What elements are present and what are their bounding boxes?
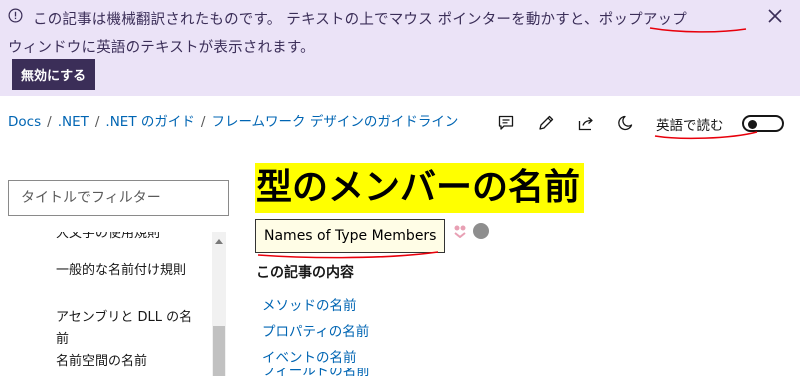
edit-icon[interactable]: [537, 114, 555, 132]
disable-translation-button[interactable]: 無効にする: [12, 59, 96, 90]
info-circle-icon: [8, 8, 23, 23]
article-link-event-names[interactable]: イベントの名前: [262, 346, 357, 366]
toc-list: 大文字の使用規則 一般的な名前付け規則 アセンブリと DLL の名前 名前空間の…: [0, 232, 212, 376]
page-title: 型のメンバーの名前: [255, 163, 585, 213]
article-link-field-names-clipped[interactable]: フィールドの名前: [262, 368, 382, 376]
toc-item-namespace-names[interactable]: 名前空間の名前: [56, 351, 196, 373]
article-link-property-names[interactable]: プロパティの名前: [262, 320, 369, 340]
breadcrumb-dotnet-guide[interactable]: .NET のガイド: [105, 114, 194, 130]
read-in-english-label: 英語で読む: [656, 118, 724, 134]
breadcrumb-separator: /: [94, 114, 100, 130]
in-this-article-heading: この記事の内容: [256, 265, 354, 281]
toc-item-general-naming[interactable]: 一般的な名前付け規則: [56, 260, 196, 282]
share-icon[interactable]: [577, 114, 595, 132]
toc-filter-input[interactable]: [8, 180, 229, 216]
article-link-method-names[interactable]: メソッドの名前: [262, 294, 357, 314]
machine-translation-banner: この記事は機械翻訳されたものです。 テキストの上でマウス ポインターを動かすと、…: [0, 0, 800, 96]
banner-message-end: ウィンドウに英語のテキストが表示されます。: [8, 40, 315, 56]
breadcrumb-separator: /: [47, 114, 52, 130]
breadcrumb-dotnet[interactable]: .NET: [58, 114, 89, 130]
toc-scrollbar[interactable]: [212, 232, 226, 376]
breadcrumb-separator: /: [200, 114, 206, 130]
toc-item-capitalization[interactable]: 大文字の使用規則: [56, 232, 196, 245]
toc-item-assembly-names[interactable]: アセンブリと DLL の名前: [56, 307, 196, 351]
scroll-up-arrow-icon[interactable]: [215, 239, 223, 244]
english-text-tooltip: Names of Type Members: [255, 219, 446, 253]
breadcrumb-docs[interactable]: Docs: [8, 114, 41, 130]
breadcrumb-framework-design[interactable]: フレームワーク デザインのガイドライン: [211, 114, 458, 130]
banner-highlight-word: ポップアップ: [598, 12, 687, 28]
toggle-knob: [748, 119, 757, 129]
theme-moon-icon[interactable]: [617, 114, 635, 132]
close-icon[interactable]: [766, 7, 784, 25]
banner-message-start: この記事は機械翻訳されたものです。 テキストの上でマウス ポインターを動かすと、: [33, 12, 599, 28]
breadcrumb: Docs / .NET / .NET のガイド / フレームワーク デザインのガイドライン: [8, 110, 458, 130]
contributor-avatar[interactable]: [473, 223, 489, 239]
read-in-english-toggle[interactable]: [742, 115, 784, 132]
feedback-icon[interactable]: [497, 114, 515, 132]
contributor-avatar-icon: [454, 225, 466, 238]
scroll-thumb[interactable]: [213, 326, 225, 376]
banner-message: この記事は機械翻訳されたものです。 テキストの上でマウス ポインターを動かすと、…: [8, 6, 773, 62]
